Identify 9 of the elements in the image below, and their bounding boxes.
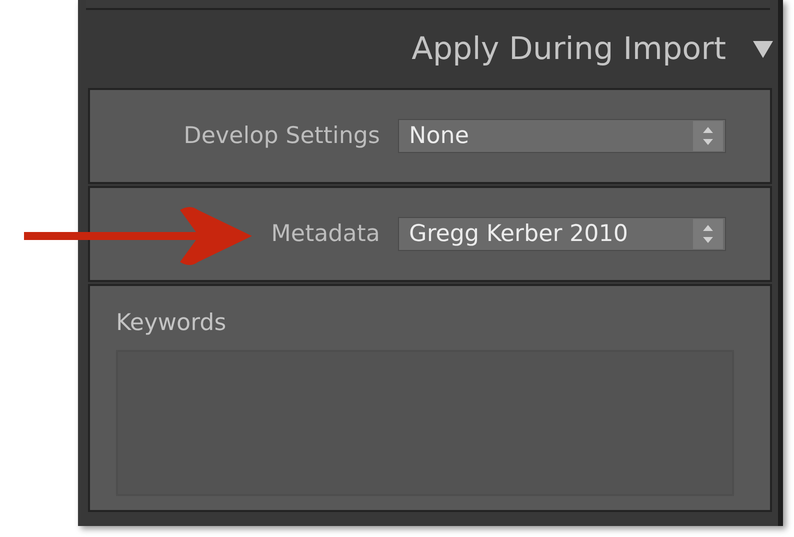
- dropdown-select[interactable]: None: [398, 119, 726, 153]
- dropdown-select[interactable]: Gregg Kerber 2010: [398, 217, 726, 251]
- keywords-label: Keywords: [116, 310, 226, 336]
- stepper-icon: [693, 219, 723, 249]
- field-label: Metadata: [271, 221, 380, 247]
- field-label: Develop Settings: [184, 123, 380, 149]
- panel-title: Apply During Import: [412, 31, 726, 67]
- stepper-icon: [693, 121, 723, 151]
- collapse-triangle-icon[interactable]: [752, 39, 774, 59]
